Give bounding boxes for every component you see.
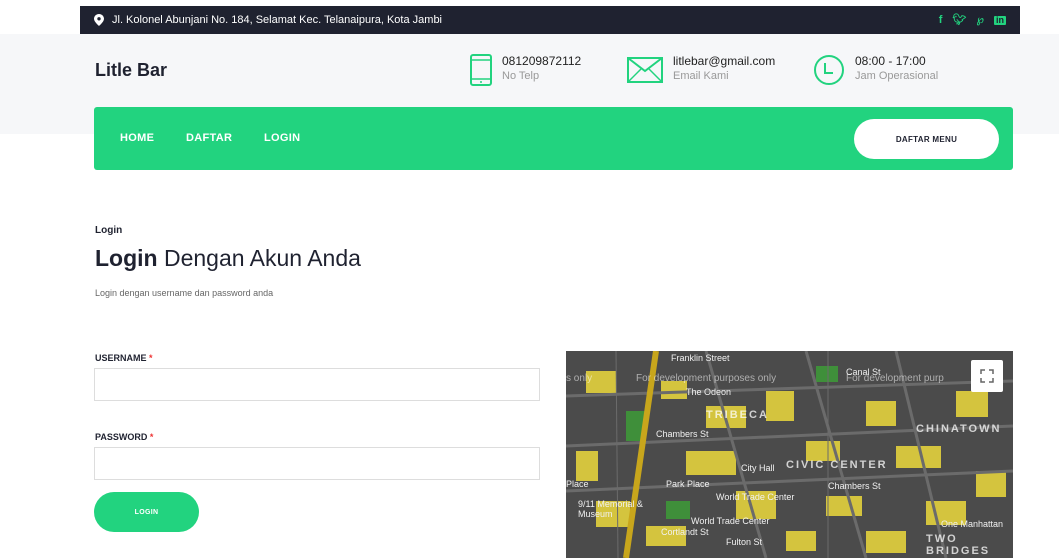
page-title-bold: Login [95,245,158,271]
map-area-label: TRIBECA [706,409,769,421]
map-place-label: Canal St [846,367,881,377]
username-label-text: USERNAME [95,353,147,363]
hours-value: 08:00 - 17:00 [855,54,926,68]
map-place-label: Fulton St [726,537,763,547]
twitter-icon[interactable]: 🐦︎ [952,14,966,26]
hours-label: Jam Operasional [855,70,939,82]
nav-home[interactable]: HOME [120,132,154,144]
top-bar-inner: Jl. Kolonel Abunjani No. 184, Selamat Ke… [80,6,1020,34]
map-place-label: Franklin Street [671,353,730,363]
breadcrumb: Login [95,225,123,236]
address-text: Jl. Kolonel Abunjani No. 184, Selamat Ke… [112,14,442,26]
social-links: f 🐦︎ ℘ in [939,14,1006,26]
password-label-text: PASSWORD [95,432,148,442]
map-place-label: World Trade Center [691,516,770,526]
fullscreen-button[interactable] [971,360,1003,392]
phone-number: 081209872112 [502,54,582,68]
pinterest-icon[interactable]: ℘ [976,14,984,26]
map-place-label: The Odeon [686,387,732,397]
facebook-icon[interactable]: f [939,14,943,26]
map-area-label: CIVIC CENTER [786,459,888,471]
phone-info: 081209872112 No Telp [470,54,581,86]
map-area-label: CHINATOWN [916,423,1002,435]
page-subtitle: Login dengan username dan password anda [95,288,274,298]
embedded-map[interactable]: s only For development purposes only For… [566,351,1013,558]
phone-label: No Telp [502,70,540,82]
email-info: litlebar@gmail.com Email Kami [627,54,775,83]
map-place-label: Park Place [666,479,710,489]
fullscreen-icon [980,369,994,383]
hours-info: 08:00 - 17:00 Jam Operasional [813,54,938,86]
map-watermark: s only [566,373,593,384]
nav-login[interactable]: LOGIN [264,132,300,144]
nav-daftar[interactable]: DAFTAR [186,132,232,144]
page-title: Login Dengan Akun Anda [95,245,361,272]
daftar-menu-button[interactable]: DAFTAR MENU [854,119,999,159]
password-label: PASSWORD * [95,432,153,442]
password-input[interactable] [94,447,540,480]
map-place-label: Chambers St [656,429,709,439]
map-place-label: Cortlandt St [661,527,709,537]
linkedin-icon[interactable]: in [994,15,1006,25]
map-area-label: TWO BRIDGES [926,533,991,557]
map-watermark: For development purposes only [636,373,777,384]
map-place-label: World Trade Center [716,492,795,502]
phone-icon [470,54,492,86]
brand-logo-text[interactable]: Litle Bar [95,60,167,81]
map-place-label: City Hall [741,463,775,473]
email-address[interactable]: litlebar@gmail.com [673,54,775,68]
map-pin-icon [94,14,104,26]
username-input[interactable] [94,368,540,401]
map-place-label: One Manhattan [941,519,1004,529]
clock-icon [814,55,844,85]
map-place-label: Chambers St [828,481,881,491]
main-navbar: HOME DAFTAR LOGIN DAFTAR MENU [94,107,1013,170]
map-place-label: 9/11 Memorial & Museum [578,499,643,519]
mail-icon [627,57,663,83]
login-submit-button[interactable]: LOGIN [94,492,199,532]
map-place-label: Place [566,479,589,489]
username-label: USERNAME * [95,353,153,363]
email-label: Email Kami [673,70,729,82]
required-mark: * [149,432,154,442]
page-title-rest: Dengan Akun Anda [157,245,361,271]
required-mark: * [149,353,153,363]
top-bar: Jl. Kolonel Abunjani No. 184, Selamat Ke… [0,6,1059,34]
